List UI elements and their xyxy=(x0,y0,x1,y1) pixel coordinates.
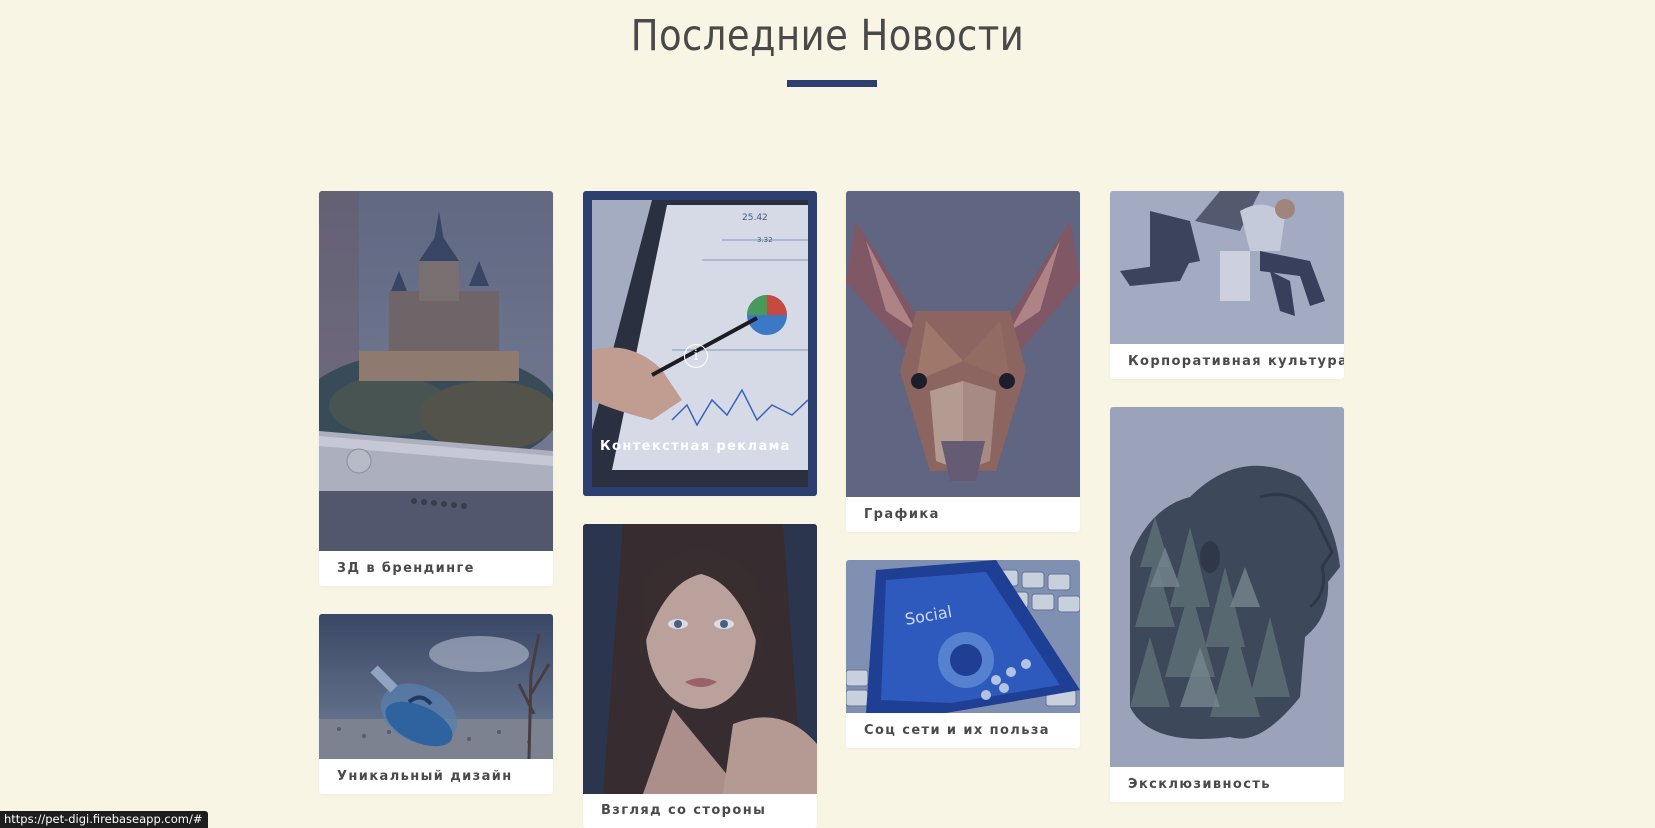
card-title: Эксклюзивность xyxy=(1128,777,1271,792)
news-card-social-media[interactable]: Social Соц сети и их польза xyxy=(846,560,1080,748)
news-card-outside-view[interactable]: Взгляд со стороны xyxy=(583,524,817,828)
social-phone-keyboard-image: Social xyxy=(846,560,1080,713)
card-title: Уникальный дизайн xyxy=(337,769,513,784)
card-title: Графика xyxy=(864,507,940,522)
card-title: Контекстная реклама xyxy=(600,439,791,454)
browser-status-url: https://pet-digi.firebaseapp.com/# xyxy=(0,811,209,828)
office-people-image xyxy=(1110,191,1344,344)
news-card-unique-design[interactable]: Уникальный дизайн xyxy=(319,614,553,794)
card-title: Взгляд со стороны xyxy=(601,803,767,818)
castle-on-phone-image xyxy=(319,191,553,551)
bottle-with-dolphin-image xyxy=(319,614,553,759)
card-title: Соц сети и их польза xyxy=(864,723,1050,738)
news-card-graphics[interactable]: Графика xyxy=(846,191,1080,532)
woman-portrait-image xyxy=(583,524,817,794)
section-title: Последние Новости xyxy=(630,11,1025,61)
news-card-corporate-culture[interactable]: Корпоративная культура xyxy=(1110,191,1344,379)
card-title: Корпоративная культура xyxy=(1128,354,1344,369)
info-icon[interactable]: i xyxy=(684,344,708,368)
forest-profile-image xyxy=(1110,407,1344,767)
title-underline xyxy=(787,80,877,87)
card-title: 3Д в брендинге xyxy=(337,561,475,576)
news-card-context-ads[interactable]: 25.42 3.32 i Контекстная реклама xyxy=(583,191,817,496)
news-card-3d-branding[interactable]: 3Д в брендинге xyxy=(319,191,553,586)
low-poly-deer-image xyxy=(846,191,1080,497)
news-card-exclusivity[interactable]: Эксклюзивность xyxy=(1110,407,1344,802)
